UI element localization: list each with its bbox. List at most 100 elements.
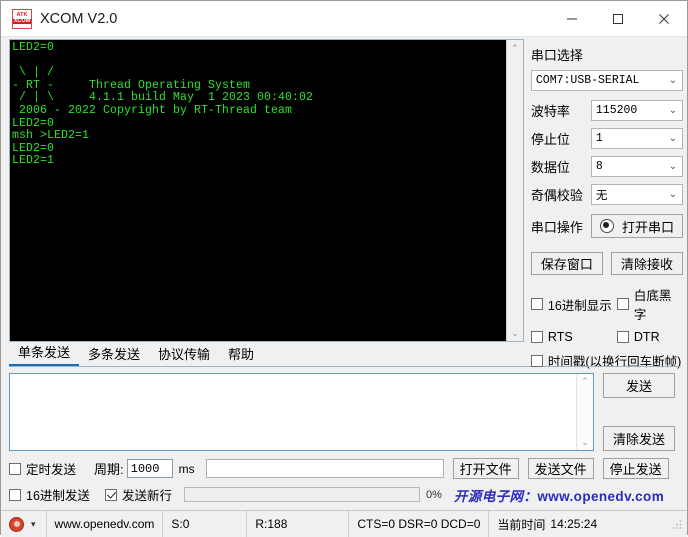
- hex-display-checkbox[interactable]: 16进制显示: [530, 295, 617, 314]
- chevron-down-icon: ⌄: [668, 161, 678, 173]
- status-time-label: 当前时间: [497, 517, 546, 532]
- scroll-up-icon[interactable]: ⌃: [577, 374, 593, 389]
- app-logo-icon: ATK XCOM: [12, 8, 32, 29]
- progress-percent-label: 0%: [426, 488, 442, 501]
- checkbox-icon: [9, 488, 21, 501]
- minimize-button[interactable]: [549, 1, 595, 36]
- flow-control-row: RTS DTR: [530, 330, 683, 344]
- title-bar: ATK XCOM XCOM V2.0: [1, 1, 687, 37]
- port-operation-row: 串口操作 打开串口: [531, 214, 683, 238]
- port-select[interactable]: COM7:USB-SERIAL ⌄: [530, 70, 683, 91]
- status-time-cell: 当前时间 14:25:24: [489, 511, 605, 537]
- checkbox-icon: [530, 331, 543, 343]
- transfer-progress-bar: [184, 487, 421, 502]
- chevron-down-icon: ⌄: [668, 133, 678, 145]
- window-controls: [549, 1, 687, 36]
- clear-receive-button[interactable]: 清除接收: [610, 252, 683, 275]
- tab-bar: 单条发送 多条发送 协议传输 帮助: [9, 344, 681, 367]
- scroll-up-icon[interactable]: ⌃: [507, 40, 523, 56]
- databits-select-value: 8: [595, 160, 603, 173]
- baud-label: 波特率: [530, 104, 570, 119]
- checkbox-checked-icon: [105, 488, 117, 501]
- settings-panel: 串口选择 COM7:USB-SERIAL ⌄ 波特率 115200 ⌄ 停止位: [530, 37, 683, 369]
- baud-select[interactable]: 115200 ⌄: [590, 100, 683, 121]
- connection-status-icon: [9, 516, 24, 532]
- tab-multi-send[interactable]: 多条发送: [79, 342, 149, 366]
- parity-select[interactable]: 无 ⌄: [590, 184, 683, 205]
- send-button[interactable]: 发送: [603, 373, 675, 398]
- dtr-checkbox[interactable]: DTR: [616, 330, 660, 344]
- port-select-value: COM7:USB-SERIAL: [535, 74, 640, 87]
- databits-row: 数据位 8 ⌄: [531, 156, 683, 177]
- scroll-down-icon[interactable]: ⌄: [577, 435, 593, 450]
- close-button[interactable]: [641, 1, 687, 36]
- scroll-down-icon[interactable]: ⌄: [507, 325, 523, 341]
- checkbox-icon: [530, 298, 543, 310]
- status-signal-lines: CTS=0 DSR=0 DCD=0: [349, 511, 490, 537]
- stop-send-button[interactable]: 停止发送: [602, 458, 669, 479]
- resize-grip-icon[interactable]: [671, 518, 683, 530]
- rts-label: RTS: [547, 330, 573, 344]
- send-buttons: 发送 清除发送: [603, 373, 675, 451]
- chevron-down-icon: ⌄: [668, 189, 678, 201]
- clear-send-button[interactable]: 清除发送: [603, 426, 675, 451]
- chevron-down-icon: ⌄: [668, 105, 678, 117]
- tab-help[interactable]: 帮助: [219, 342, 263, 366]
- maximize-button[interactable]: [595, 1, 641, 36]
- chevron-down-icon: ⌄: [668, 75, 678, 87]
- stopbits-label: 停止位: [530, 132, 570, 147]
- checkbox-icon: [616, 298, 629, 310]
- send-input-scrollbar[interactable]: ⌃ ⌄: [576, 374, 593, 450]
- tab-protocol-transfer[interactable]: 协议传输: [149, 342, 219, 366]
- period-input[interactable]: 1000: [126, 459, 173, 478]
- dtr-label: DTR: [633, 330, 660, 344]
- send-input[interactable]: [10, 374, 576, 450]
- period-label: 周期:: [94, 462, 124, 477]
- port-section-label: 串口选择: [530, 48, 583, 63]
- promo-cn-text: 开源电子网：: [453, 488, 538, 504]
- databits-select[interactable]: 8 ⌄: [590, 156, 683, 177]
- promo-url-text: www.openedv.com: [537, 488, 665, 504]
- status-received-count: R:188: [247, 511, 350, 537]
- window-title: XCOM V2.0: [40, 10, 118, 27]
- status-indicator-cell[interactable]: ▾: [1, 511, 47, 537]
- file-path-input[interactable]: [205, 459, 444, 478]
- receive-scrollbar[interactable]: ⌃ ⌄: [505, 40, 523, 341]
- parity-label: 奇偶校验: [530, 188, 583, 203]
- receive-panel: LED2=0 \ | / - RT - Thread Operating Sys…: [9, 39, 524, 342]
- ms-unit-label: ms: [178, 461, 195, 476]
- tab-single-send[interactable]: 单条发送: [9, 340, 80, 366]
- white-bg-checkbox[interactable]: 白底黑字: [616, 285, 683, 323]
- checkbox-icon: [616, 331, 629, 343]
- baud-row: 波特率 115200 ⌄: [531, 100, 683, 121]
- hex-send-checkbox[interactable]: 16进制发送: [9, 485, 105, 504]
- save-window-button[interactable]: 保存窗口: [530, 252, 603, 275]
- send-input-wrapper: ⌃ ⌄: [9, 373, 594, 451]
- xcom-window: ATK XCOM XCOM V2.0 LED2=0 \ | / - RT - T…: [0, 0, 688, 537]
- parity-row: 奇偶校验 无 ⌄: [531, 184, 683, 205]
- hex-send-label: 16进制发送: [26, 489, 90, 503]
- checkbox-icon: [9, 462, 21, 475]
- rts-checkbox[interactable]: RTS: [530, 330, 617, 344]
- hex-send-row: 16进制发送 发送新行 0% 开源电子网：www.openedv.com: [9, 484, 687, 505]
- status-sent-count: S:0: [163, 511, 248, 537]
- chevron-down-icon[interactable]: ▾: [31, 519, 36, 530]
- newline-send-checkbox[interactable]: 发送新行: [105, 485, 172, 504]
- window-actions: 保存窗口 清除接收: [530, 252, 683, 275]
- status-time-value: 14:25:24: [550, 517, 598, 531]
- send-file-button[interactable]: 发送文件: [527, 458, 594, 479]
- bottom-options: 定时发送 周期: 1000 ms 打开文件 发送文件 停止发送 16进制发送 发…: [9, 458, 687, 510]
- radio-on-icon: [599, 219, 614, 233]
- stopbits-select[interactable]: 1 ⌄: [590, 128, 683, 149]
- white-bg-label: 白底黑字: [633, 289, 672, 322]
- timed-send-label: 定时发送: [26, 463, 77, 477]
- open-file-button[interactable]: 打开文件: [452, 458, 519, 479]
- timed-send-checkbox[interactable]: 定时发送: [9, 459, 76, 478]
- baud-select-value: 115200: [595, 104, 638, 117]
- open-port-toggle[interactable]: 打开串口: [590, 214, 683, 238]
- stopbits-select-value: 1: [595, 132, 603, 145]
- display-options-row: 16进制显示 白底黑字: [530, 285, 683, 323]
- newline-send-label: 发送新行: [122, 489, 173, 503]
- app-logo-line2: XCOM: [12, 17, 32, 24]
- receive-output[interactable]: LED2=0 \ | / - RT - Thread Operating Sys…: [10, 40, 506, 341]
